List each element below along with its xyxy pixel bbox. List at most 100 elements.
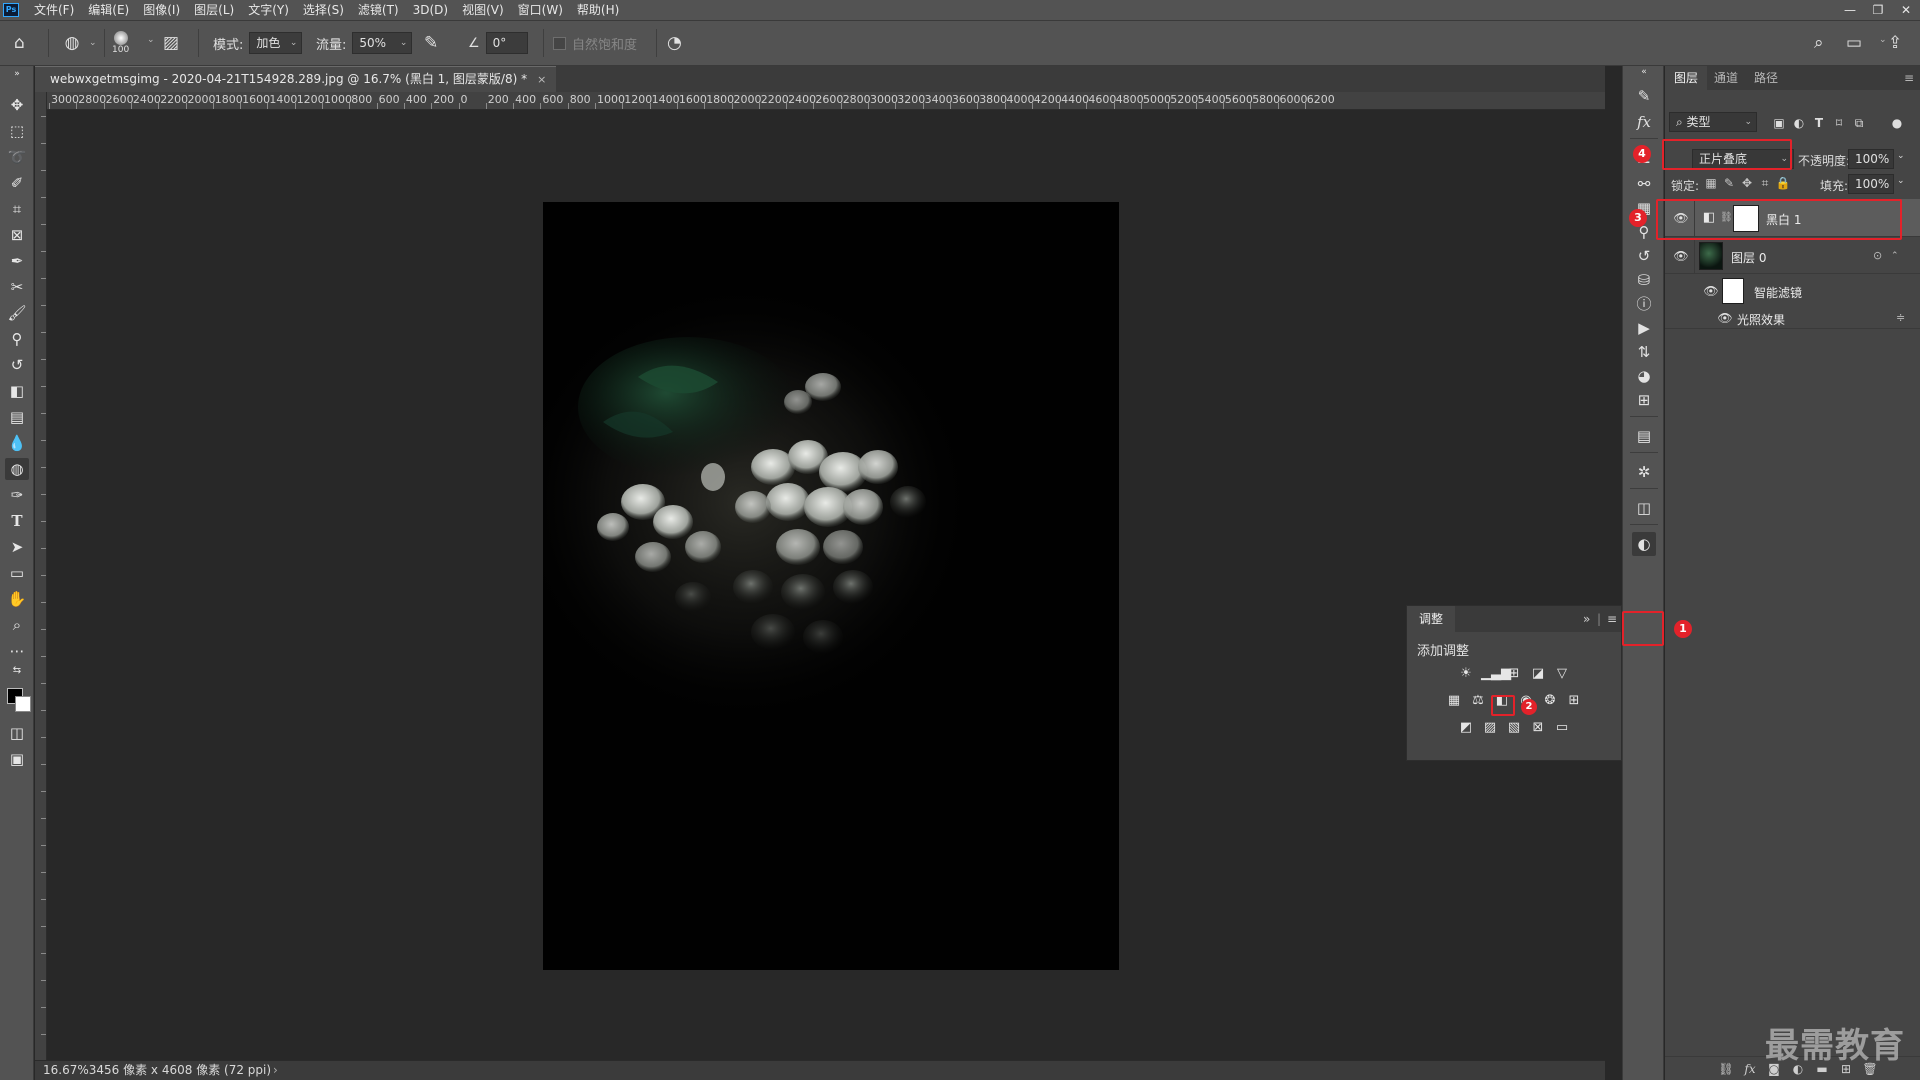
gradient-tool-icon[interactable]: ▤ bbox=[5, 406, 29, 428]
hue-saturation-icon[interactable]: ▦ bbox=[1445, 692, 1463, 710]
lock-image-icon[interactable]: ✎ bbox=[1721, 175, 1737, 191]
quick-select-tool-icon[interactable]: ✐ bbox=[5, 172, 29, 194]
background-color-swatch[interactable] bbox=[15, 696, 31, 712]
brightness-contrast-icon[interactable]: ☀ bbox=[1457, 665, 1475, 683]
smart-filters-label[interactable]: 智能滤镜 bbox=[1754, 284, 1802, 301]
rectangle-tool-icon[interactable]: ▭ bbox=[5, 562, 29, 584]
lock-position-icon[interactable]: ✥ bbox=[1739, 175, 1755, 191]
menu-select[interactable]: 选择(S) bbox=[296, 0, 351, 20]
channels-panel-icon[interactable]: ⛁ bbox=[1632, 268, 1656, 292]
screen-mode-icon[interactable]: ▣ bbox=[5, 748, 29, 770]
mode-select[interactable]: 加色 ⌄ bbox=[249, 32, 303, 54]
threshold-icon[interactable]: ▧ bbox=[1505, 719, 1523, 737]
filter-kind-select[interactable]: ⌕ 类型 ⌄ bbox=[1669, 112, 1757, 132]
status-menu-caret-icon[interactable]: › bbox=[273, 1061, 278, 1080]
exposure-icon[interactable]: ◪ bbox=[1529, 665, 1547, 683]
layers-panel-menu-icon[interactable]: ≡ bbox=[1895, 66, 1920, 90]
eyedropper-tool-icon[interactable]: ✒ bbox=[5, 250, 29, 272]
visibility-eye-icon[interactable]: 👁 bbox=[1703, 283, 1719, 299]
minimize-button[interactable]: — bbox=[1836, 0, 1864, 20]
posterize-icon[interactable]: ▨ bbox=[1481, 719, 1499, 737]
brush-tool-icon[interactable]: 🖌 bbox=[5, 302, 29, 324]
tab-channels[interactable]: 通道 bbox=[1705, 66, 1747, 90]
menu-view[interactable]: 视图(V) bbox=[455, 0, 511, 20]
filter-row-lighting-effects[interactable]: 👁 光照效果 ≑ bbox=[1665, 307, 1920, 329]
info-panel-icon[interactable]: ⓘ bbox=[1632, 292, 1656, 316]
gradient-map-icon[interactable]: ▭ bbox=[1553, 719, 1571, 737]
flow-input[interactable]: 50% ⌄ bbox=[352, 32, 413, 54]
document-canvas[interactable] bbox=[543, 202, 1119, 970]
lock-artboard-icon[interactable]: ⌗ bbox=[1757, 175, 1773, 191]
menu-layer[interactable]: 图层(L) bbox=[187, 0, 241, 20]
airbrush-icon[interactable]: ✎ bbox=[424, 21, 448, 65]
pressure-size-icon[interactable]: ◔ bbox=[667, 21, 691, 65]
menu-type[interactable]: 文字(Y) bbox=[241, 0, 296, 20]
color-lookup-icon[interactable]: ⊞ bbox=[1565, 692, 1583, 710]
history-panel-icon[interactable]: ↺ bbox=[1632, 244, 1656, 268]
share-icon[interactable]: ⇪ bbox=[1888, 21, 1912, 65]
styles-panel-icon[interactable]: fx bbox=[1632, 110, 1656, 134]
pen-tool-icon[interactable]: ✑ bbox=[5, 484, 29, 506]
invert-icon[interactable]: ◩ bbox=[1457, 719, 1475, 737]
lock-all-icon[interactable]: 🔒 bbox=[1775, 175, 1791, 191]
lasso-tool-icon[interactable]: ➰ bbox=[5, 146, 29, 168]
restore-button[interactable]: ❐ bbox=[1864, 0, 1892, 20]
clone-stamp-tool-icon[interactable]: ⚲ bbox=[5, 328, 29, 350]
marquee-tool-icon[interactable]: ⬚ bbox=[5, 120, 29, 142]
color-balance-icon[interactable]: ⚖ bbox=[1469, 692, 1487, 710]
quick-mask-icon[interactable]: ◫ bbox=[5, 722, 29, 744]
tab-layers[interactable]: 图层 bbox=[1665, 66, 1708, 90]
libraries-panel-icon[interactable]: ⚯ bbox=[1632, 172, 1656, 196]
sponge-tool-icon[interactable]: ◍ bbox=[5, 458, 29, 480]
smart-filter-mask-thumbnail[interactable] bbox=[1722, 278, 1744, 304]
frame-tool-icon[interactable]: ⊠ bbox=[5, 224, 29, 246]
menu-help[interactable]: 帮助(H) bbox=[570, 0, 626, 20]
dock-collapse-icon[interactable]: « bbox=[1632, 66, 1656, 78]
move-tool-icon[interactable]: ✥ bbox=[5, 94, 29, 116]
selective-color-icon[interactable]: ⊠ bbox=[1529, 719, 1547, 737]
menu-filter[interactable]: 滤镜(T) bbox=[351, 0, 406, 20]
panel-menu-icon[interactable]: ≡ bbox=[1607, 606, 1617, 632]
home-icon[interactable]: ⌂ bbox=[14, 21, 38, 65]
filter-pixel-icon[interactable]: ▣ bbox=[1771, 114, 1787, 132]
crop-tool-icon[interactable]: ⌗ bbox=[5, 198, 29, 220]
collapse-panel-icon[interactable]: » bbox=[1583, 606, 1590, 632]
opacity-input[interactable]: 100% bbox=[1848, 149, 1894, 169]
levels-icon[interactable]: ▁▃▆ bbox=[1481, 665, 1511, 683]
table-panel-icon[interactable]: ⊞ bbox=[1632, 388, 1656, 412]
hand-tool-icon[interactable]: ✋ bbox=[5, 588, 29, 610]
visibility-eye-icon[interactable]: 👁 bbox=[1673, 248, 1689, 264]
actions-panel-icon[interactable]: ▶ bbox=[1632, 316, 1656, 340]
link-layers-icon[interactable]: ⛓ bbox=[1717, 1059, 1735, 1079]
edit-toolbar-icon[interactable]: ⋯ bbox=[5, 640, 29, 662]
filter-shape-icon[interactable]: ⌑ bbox=[1831, 114, 1847, 132]
document-tab[interactable]: webwxgetmsgimg - 2020-04-21T154928.289.j… bbox=[35, 66, 557, 92]
tab-paths[interactable]: 路径 bbox=[1745, 66, 1787, 90]
filter-name[interactable]: 光照效果 bbox=[1737, 311, 1785, 328]
vibrance-checkbox[interactable]: 自然饱和度 bbox=[553, 21, 637, 65]
workspace-caret-icon[interactable]: ⌄ bbox=[1879, 35, 1887, 45]
expand-effects-icon[interactable]: ⌃ bbox=[1891, 248, 1903, 264]
adjustments-panel-icon[interactable]: ◐ bbox=[1632, 532, 1656, 556]
swap-colors-icon[interactable]: ⇆ bbox=[5, 664, 29, 678]
close-window-button[interactable]: ✕ bbox=[1892, 0, 1920, 20]
eraser-tool-icon[interactable]: ◧ bbox=[5, 380, 29, 402]
path-selection-tool-icon[interactable]: ➤ bbox=[5, 536, 29, 558]
layer-row-layer-0[interactable]: 👁 图层 0 ⊙ ⌃ bbox=[1665, 238, 1920, 274]
zoom-level[interactable]: 16.67% bbox=[35, 1061, 89, 1080]
vibrance-icon[interactable]: ▽ bbox=[1553, 665, 1571, 683]
visibility-eye-icon[interactable]: 👁 bbox=[1717, 310, 1733, 326]
menu-window[interactable]: 窗口(W) bbox=[511, 0, 570, 20]
zoom-tool-icon[interactable]: ⌕ bbox=[5, 614, 29, 636]
add-style-icon[interactable]: fx bbox=[1741, 1059, 1759, 1079]
blur-tool-icon[interactable]: 💧 bbox=[5, 432, 29, 454]
menu-image[interactable]: 图像(I) bbox=[136, 0, 187, 20]
navigator-panel-icon[interactable]: ✲ bbox=[1632, 460, 1656, 484]
brush-caret-icon[interactable]: ⌄ bbox=[147, 35, 155, 45]
type-tool-icon[interactable]: T bbox=[5, 510, 29, 532]
workspace-icon[interactable]: ▭ bbox=[1846, 21, 1870, 65]
angle-input[interactable]: 0° bbox=[485, 32, 528, 54]
color-panel-icon[interactable]: ◕ bbox=[1632, 364, 1656, 388]
search-icon[interactable]: ⌕ bbox=[1814, 21, 1838, 65]
curves-icon[interactable]: ⊞ bbox=[1505, 665, 1523, 683]
